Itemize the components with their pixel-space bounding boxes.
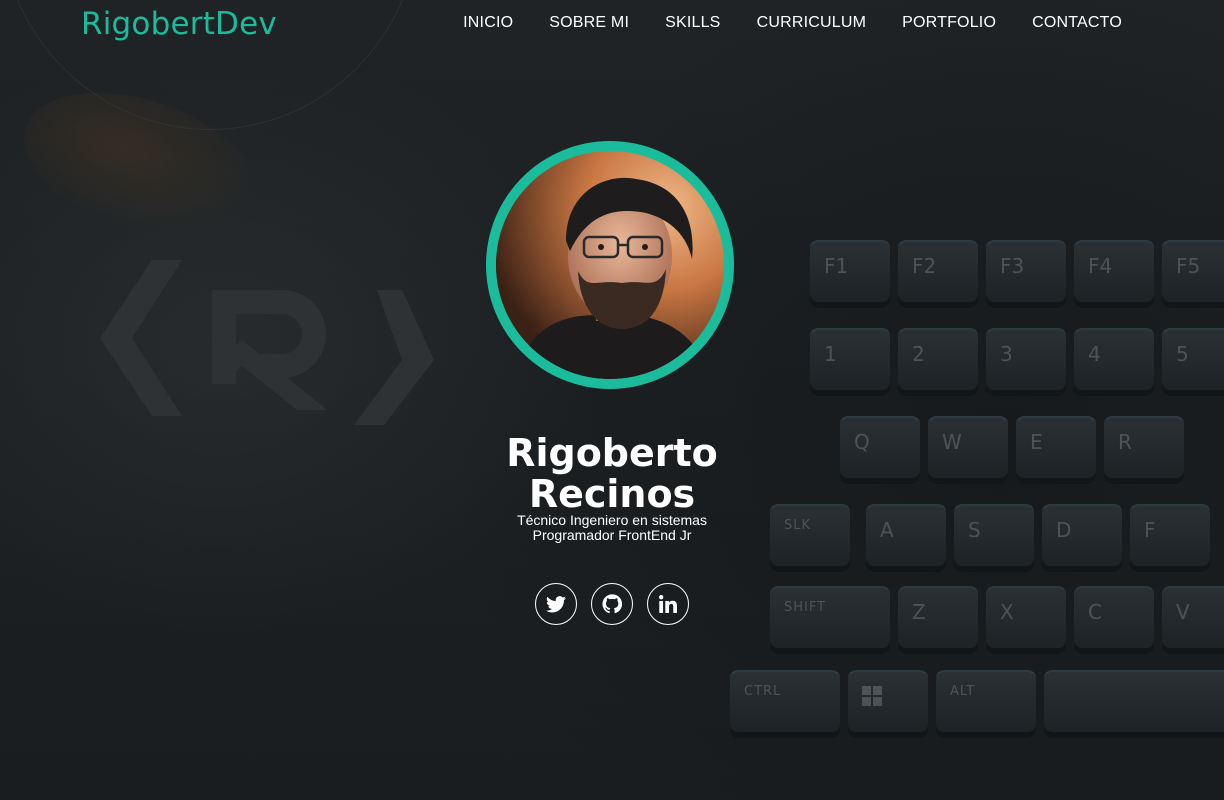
windows-icon xyxy=(862,686,882,706)
social-links xyxy=(535,583,689,625)
site-header: RigobertDev INICIO SOBRE MI SKILLS CURRI… xyxy=(0,0,1224,50)
key: F3 xyxy=(986,240,1066,308)
hero-background: F1 F2 F3 F4 F5 1 2 3 4 5 Q W E R SLK A S… xyxy=(0,0,1224,800)
profile-role-2: Programador FrontEnd Jr xyxy=(532,527,692,543)
brand-logo[interactable]: RigobertDev xyxy=(81,6,277,42)
key: 3 xyxy=(986,328,1066,396)
avatar xyxy=(496,151,724,379)
watermark-logo-icon xyxy=(100,260,434,425)
profile-name: Rigoberto Recinos xyxy=(0,433,1224,515)
key: V xyxy=(1162,586,1224,654)
main-nav: INICIO SOBRE MI SKILLS CURRICULUM PORTFO… xyxy=(427,14,1122,32)
nav-item-skills[interactable]: SKILLS xyxy=(665,14,720,32)
key: 4 xyxy=(1074,328,1154,396)
profile-role-1: Técnico Ingeniero en sistemas xyxy=(517,512,707,528)
nav-item-inicio[interactable]: INICIO xyxy=(463,14,513,32)
nav-item-curriculum[interactable]: CURRICULUM xyxy=(757,14,867,32)
key: ALT xyxy=(936,670,1036,738)
key: C xyxy=(1074,586,1154,654)
key: 2 xyxy=(898,328,978,396)
nav-item-contacto[interactable]: CONTACTO xyxy=(1032,14,1122,32)
key: CTRL xyxy=(730,670,840,738)
nav-item-sobre-mi[interactable]: SOBRE MI xyxy=(549,14,629,32)
key: F4 xyxy=(1074,240,1154,308)
linkedin-link[interactable] xyxy=(647,583,689,625)
spacebar-key xyxy=(1044,670,1224,738)
github-link[interactable] xyxy=(591,583,633,625)
windows-key xyxy=(848,670,928,738)
key: 5 xyxy=(1162,328,1224,396)
key: F2 xyxy=(898,240,978,308)
profile-last-name: Recinos xyxy=(528,472,696,516)
key: 1 xyxy=(810,328,890,396)
linkedin-icon xyxy=(659,595,677,613)
profile-first-name: Rigoberto xyxy=(506,431,718,475)
twitter-link[interactable] xyxy=(535,583,577,625)
nav-item-portfolio[interactable]: PORTFOLIO xyxy=(902,14,996,32)
key: SHIFT xyxy=(770,586,890,654)
github-icon xyxy=(602,594,622,614)
key: F5 xyxy=(1162,240,1224,308)
twitter-icon xyxy=(546,595,566,612)
key: Z xyxy=(898,586,978,654)
avatar-frame xyxy=(486,141,734,389)
profile-photo xyxy=(496,151,724,379)
profile-subtitle: Técnico Ingeniero en sistemas Programado… xyxy=(0,513,1224,543)
key: F1 xyxy=(810,240,890,308)
key: X xyxy=(986,586,1066,654)
